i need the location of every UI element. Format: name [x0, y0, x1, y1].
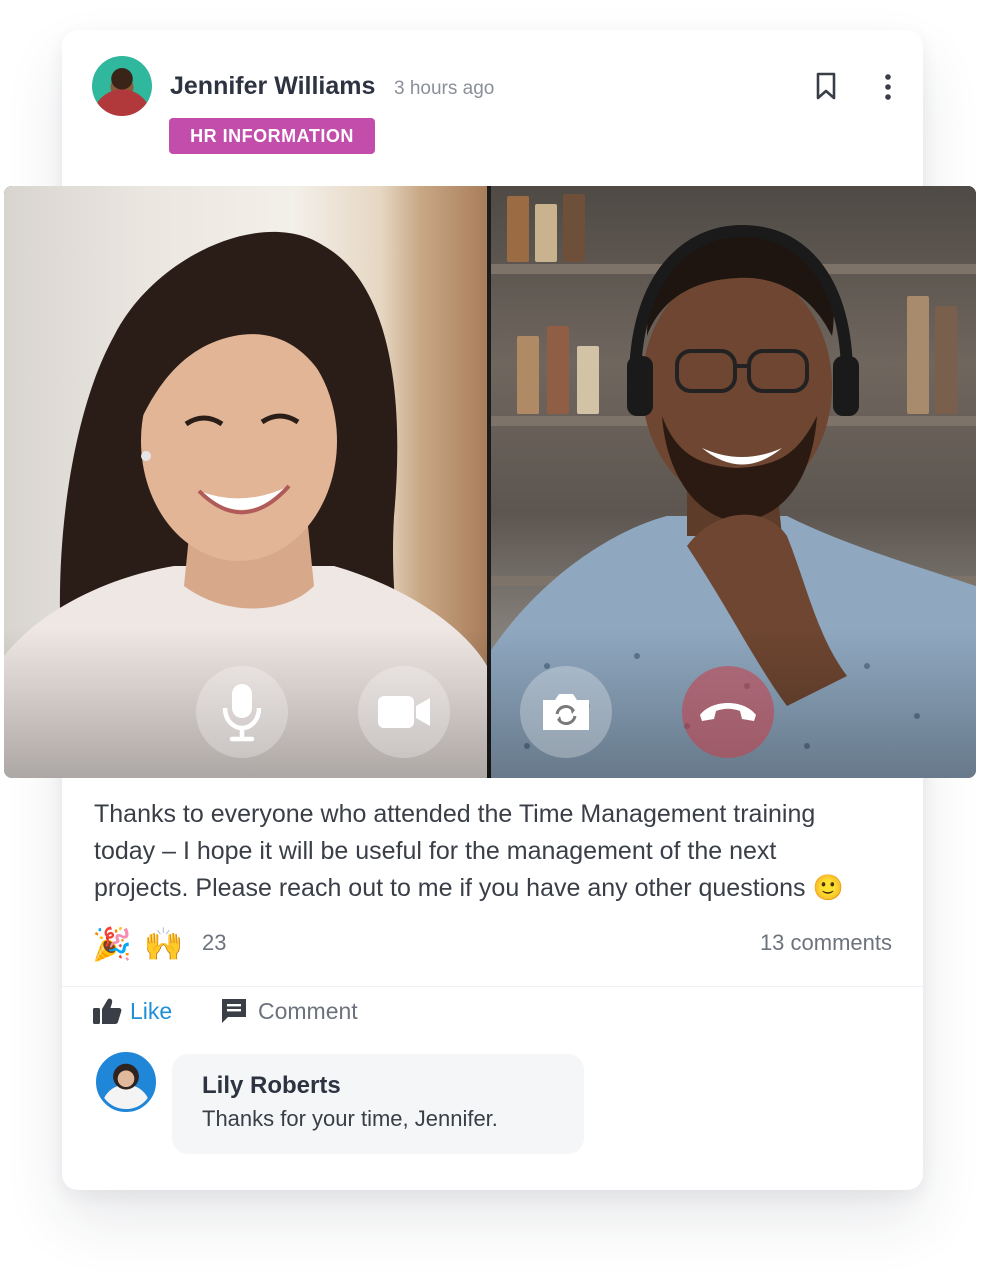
- like-label: Like: [130, 997, 173, 1024]
- end-call-icon: [700, 703, 756, 721]
- more-options-icon[interactable]: [876, 72, 900, 102]
- comment-icon: [222, 999, 246, 1023]
- post-body: Thanks to everyone who attended the Time…: [94, 800, 844, 902]
- comment-button[interactable]: Comment: [220, 994, 358, 1028]
- comments-count-link[interactable]: 13 comments: [760, 930, 892, 956]
- category-tag[interactable]: HR INFORMATION: [169, 118, 375, 154]
- controls-overlay: [4, 628, 976, 778]
- party-popper-icon: 🎉: [92, 926, 132, 962]
- microphone-icon: [222, 684, 262, 742]
- like-button[interactable]: Like: [92, 994, 172, 1028]
- mute-button[interactable]: [196, 666, 288, 758]
- comment-bubble: Lily Roberts Thanks for your time, Jenni…: [172, 1054, 584, 1154]
- video-camera-icon: [378, 696, 430, 728]
- author-avatar[interactable]: [92, 56, 152, 116]
- bookmark-icon[interactable]: [814, 72, 838, 100]
- commenter-avatar[interactable]: [96, 1052, 156, 1112]
- switch-camera-button[interactable]: [520, 666, 612, 758]
- post-timestamp: 3 hours ago: [394, 78, 495, 99]
- comment-text: Thanks for your time, Jennifer.: [202, 1106, 498, 1131]
- comment-author[interactable]: Lily Roberts: [202, 1072, 554, 1100]
- thumbs-up-icon: [93, 998, 122, 1024]
- comment-label: Comment: [258, 997, 358, 1024]
- divider: [62, 986, 923, 987]
- end-call-button[interactable]: [682, 666, 774, 758]
- video-call-panel: [4, 186, 976, 778]
- reaction-count[interactable]: 23: [202, 930, 226, 956]
- reaction-emojis[interactable]: 🎉 🙌: [92, 924, 184, 964]
- camera-toggle-button[interactable]: [358, 666, 450, 758]
- switch-camera-icon: [543, 694, 589, 730]
- author-name[interactable]: Jennifer Williams: [170, 72, 375, 101]
- raising-hands-icon: 🙌: [143, 926, 184, 962]
